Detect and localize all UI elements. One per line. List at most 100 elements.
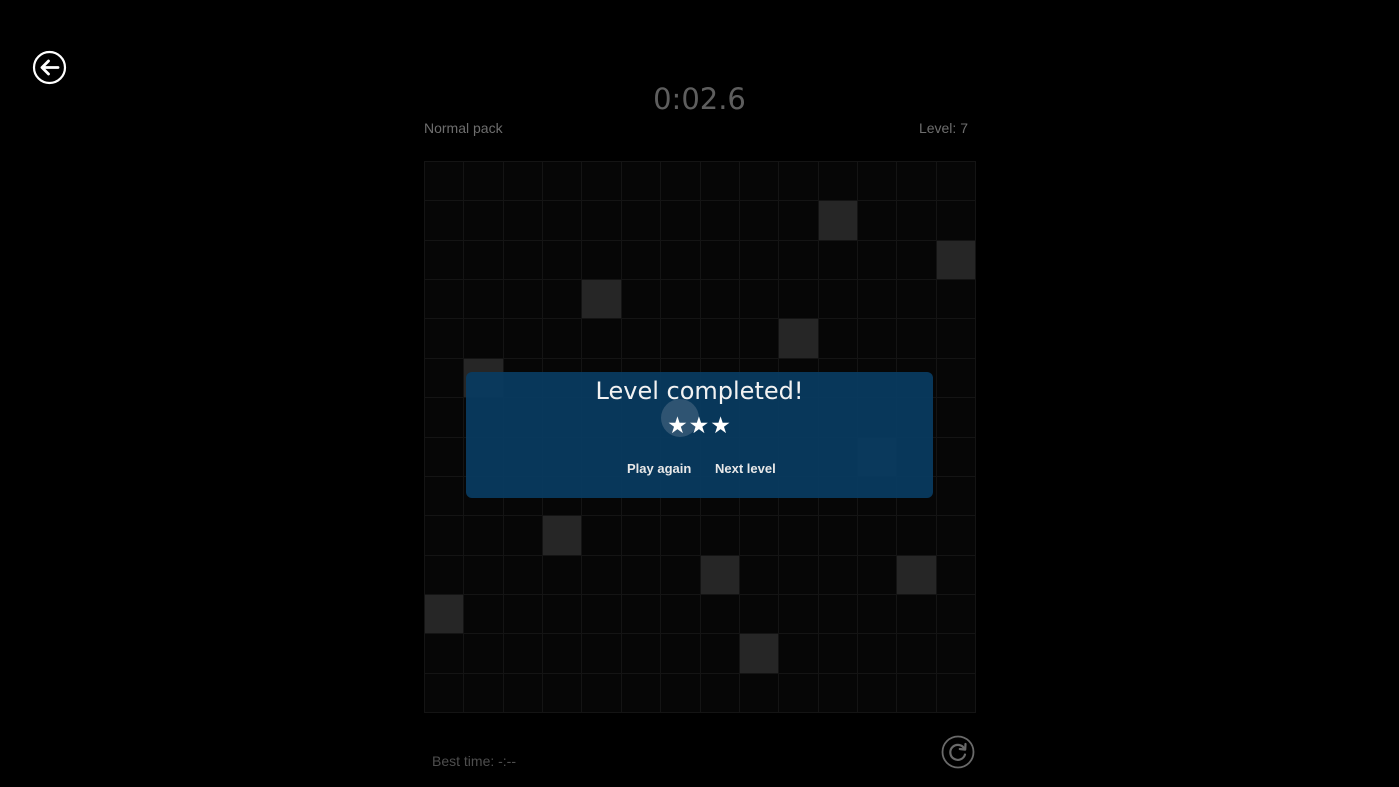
board-cell[interactable] <box>936 555 976 595</box>
board-cell[interactable] <box>543 555 583 595</box>
board-cell[interactable] <box>739 555 780 595</box>
board-cell[interactable] <box>857 162 898 202</box>
board-cell[interactable] <box>425 516 465 556</box>
board-cell[interactable] <box>425 358 465 399</box>
board-cell[interactable] <box>818 319 858 359</box>
board-cell[interactable] <box>543 673 583 713</box>
board-cell-filled[interactable] <box>543 516 583 556</box>
board-cell[interactable] <box>661 516 701 556</box>
board-cell[interactable] <box>739 162 780 202</box>
board-cell[interactable] <box>464 673 504 713</box>
board-cell[interactable] <box>936 201 976 241</box>
board-cell-filled[interactable] <box>425 594 465 635</box>
board-cell[interactable] <box>464 555 504 595</box>
play-again-button[interactable]: Play again <box>627 461 691 476</box>
board-cell[interactable] <box>621 673 662 713</box>
board-cell[interactable] <box>936 358 976 399</box>
board-cell-filled[interactable] <box>897 555 937 595</box>
board-cell[interactable] <box>621 555 662 595</box>
board-cell[interactable] <box>582 516 622 556</box>
board-cell[interactable] <box>700 673 740 713</box>
board-cell[interactable] <box>739 280 780 320</box>
board-cell[interactable] <box>700 319 740 359</box>
board-cell[interactable] <box>464 319 504 359</box>
board-cell[interactable] <box>897 240 937 281</box>
board-cell[interactable] <box>897 319 937 359</box>
board-cell[interactable] <box>739 594 780 635</box>
board-cell[interactable] <box>779 516 819 556</box>
board-cell[interactable] <box>464 201 504 241</box>
board-cell[interactable] <box>425 201 465 241</box>
board-cell[interactable] <box>543 634 583 674</box>
board-cell[interactable] <box>779 634 819 674</box>
next-level-button[interactable]: Next level <box>715 461 776 476</box>
board-cell[interactable] <box>739 516 780 556</box>
board-cell[interactable] <box>425 162 465 202</box>
board-cell[interactable] <box>739 201 780 241</box>
board-cell[interactable] <box>503 319 544 359</box>
board-cell[interactable] <box>936 476 976 517</box>
board-cell[interactable] <box>503 516 544 556</box>
board-cell[interactable] <box>582 319 622 359</box>
board-cell-filled[interactable] <box>818 201 858 241</box>
board-cell[interactable] <box>779 555 819 595</box>
board-cell[interactable] <box>503 594 544 635</box>
board-cell[interactable] <box>779 673 819 713</box>
board-cell-filled[interactable] <box>582 280 622 320</box>
board-cell[interactable] <box>661 673 701 713</box>
board-cell[interactable] <box>661 555 701 595</box>
board-cell[interactable] <box>897 516 937 556</box>
board-cell[interactable] <box>936 280 976 320</box>
board-cell[interactable] <box>857 240 898 281</box>
board-cell[interactable] <box>464 240 504 281</box>
board-cell[interactable] <box>779 280 819 320</box>
board-cell[interactable] <box>464 634 504 674</box>
board-cell[interactable] <box>857 516 898 556</box>
board-cell[interactable] <box>936 162 976 202</box>
board-cell[interactable] <box>503 280 544 320</box>
board-cell[interactable] <box>425 555 465 595</box>
board-cell[interactable] <box>700 280 740 320</box>
board-cell[interactable] <box>425 476 465 517</box>
board-cell[interactable] <box>818 240 858 281</box>
board-cell[interactable] <box>425 634 465 674</box>
board-cell[interactable] <box>818 516 858 556</box>
board-cell[interactable] <box>779 201 819 241</box>
board-cell[interactable] <box>503 240 544 281</box>
board-cell[interactable] <box>857 319 898 359</box>
board-cell[interactable] <box>621 280 662 320</box>
board-cell[interactable] <box>936 516 976 556</box>
board-cell[interactable] <box>700 240 740 281</box>
board-cell[interactable] <box>936 634 976 674</box>
board-cell[interactable] <box>661 280 701 320</box>
board-cell[interactable] <box>425 437 465 477</box>
board-cell[interactable] <box>621 516 662 556</box>
board-cell[interactable] <box>700 516 740 556</box>
board-cell[interactable] <box>661 319 701 359</box>
board-cell-filled[interactable] <box>936 240 976 281</box>
board-cell-filled[interactable] <box>739 634 780 674</box>
board-cell[interactable] <box>897 673 937 713</box>
board-cell[interactable] <box>857 673 898 713</box>
board-cell[interactable] <box>582 162 622 202</box>
board-cell[interactable] <box>779 162 819 202</box>
board-cell[interactable] <box>582 555 622 595</box>
board-cell[interactable] <box>897 201 937 241</box>
board-cell[interactable] <box>700 634 740 674</box>
board-cell[interactable] <box>425 280 465 320</box>
board-cell[interactable] <box>425 240 465 281</box>
board-cell[interactable] <box>897 594 937 635</box>
board-cell[interactable] <box>818 162 858 202</box>
board-cell[interactable] <box>936 437 976 477</box>
board-cell[interactable] <box>464 594 504 635</box>
board-cell[interactable] <box>621 319 662 359</box>
board-cell[interactable] <box>779 594 819 635</box>
board-cell[interactable] <box>464 516 504 556</box>
board-cell[interactable] <box>582 201 622 241</box>
board-cell[interactable] <box>779 240 819 281</box>
board-cell[interactable] <box>857 594 898 635</box>
board-cell[interactable] <box>857 634 898 674</box>
board-cell[interactable] <box>621 240 662 281</box>
board-cell[interactable] <box>425 673 465 713</box>
board-cell[interactable] <box>503 201 544 241</box>
